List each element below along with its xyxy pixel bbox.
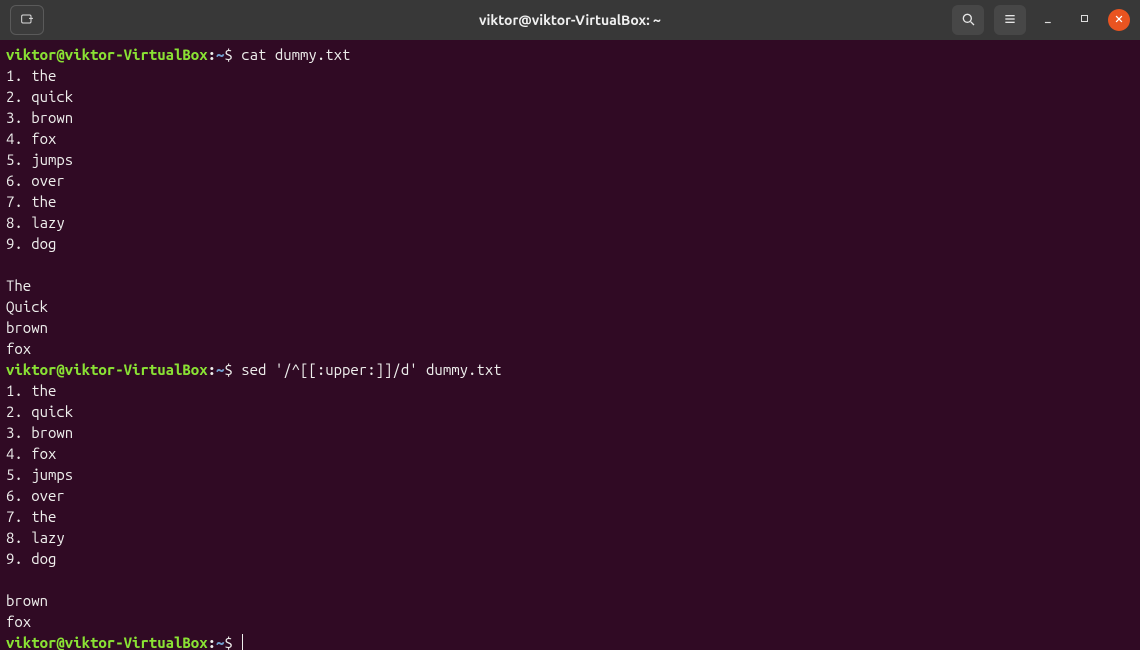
prompt-user-host: viktor@viktor-VirtualBox bbox=[6, 361, 208, 378]
output-line: 8. lazy bbox=[6, 212, 1132, 233]
terminal-viewport[interactable]: viktor@viktor-VirtualBox:~$ cat dummy.tx… bbox=[0, 40, 1140, 650]
output-line: brown bbox=[6, 590, 1132, 611]
output-line: fox bbox=[6, 338, 1132, 359]
output-line: 3. brown bbox=[6, 107, 1132, 128]
maximize-icon bbox=[1079, 12, 1091, 28]
output-line: 7. the bbox=[6, 191, 1132, 212]
minimize-button[interactable] bbox=[1036, 7, 1062, 33]
output-line: 4. fox bbox=[6, 128, 1132, 149]
output-line: Quick bbox=[6, 296, 1132, 317]
output-line: 1. the bbox=[6, 380, 1132, 401]
output-line: 1. the bbox=[6, 65, 1132, 86]
output-line: 7. the bbox=[6, 506, 1132, 527]
output-line: 6. over bbox=[6, 170, 1132, 191]
output-line: 5. jumps bbox=[6, 464, 1132, 485]
command-text: sed '/^[[:upper:]]/d' dummy.txt bbox=[241, 361, 501, 378]
new-tab-icon bbox=[19, 11, 35, 30]
menu-button[interactable] bbox=[994, 5, 1026, 35]
maximize-button[interactable] bbox=[1072, 7, 1098, 33]
cursor bbox=[242, 634, 243, 650]
command-line: viktor@viktor-VirtualBox:~$ sed '/^[[:up… bbox=[6, 359, 1132, 380]
titlebar-right bbox=[952, 5, 1130, 35]
command-text: cat dummy.txt bbox=[241, 46, 350, 63]
output-line: 2. quick bbox=[6, 401, 1132, 422]
output-line: 4. fox bbox=[6, 443, 1132, 464]
command-line: viktor@viktor-VirtualBox:~$ bbox=[6, 632, 1132, 650]
output-line: 8. lazy bbox=[6, 527, 1132, 548]
terminal-window: viktor@viktor-VirtualBox: ~ bbox=[0, 0, 1140, 650]
prompt-symbol: $ bbox=[224, 361, 241, 378]
prompt-symbol: $ bbox=[224, 46, 241, 63]
prompt-user-host: viktor@viktor-VirtualBox bbox=[6, 46, 208, 63]
command-line: viktor@viktor-VirtualBox:~$ cat dummy.tx… bbox=[6, 44, 1132, 65]
titlebar-left bbox=[10, 5, 44, 35]
output-line: 5. jumps bbox=[6, 149, 1132, 170]
output-line: 9. dog bbox=[6, 548, 1132, 569]
output-line: 3. brown bbox=[6, 422, 1132, 443]
output-line bbox=[6, 569, 1132, 590]
output-line: 9. dog bbox=[6, 233, 1132, 254]
output-line: 6. over bbox=[6, 485, 1132, 506]
search-button[interactable] bbox=[952, 5, 984, 35]
output-line: fox bbox=[6, 611, 1132, 632]
output-line: The bbox=[6, 275, 1132, 296]
prompt-separator: : bbox=[208, 46, 216, 63]
close-button[interactable] bbox=[1108, 9, 1130, 31]
hamburger-icon bbox=[1002, 11, 1018, 30]
minimize-icon bbox=[1042, 12, 1056, 29]
prompt-separator: : bbox=[208, 361, 216, 378]
output-line bbox=[6, 254, 1132, 275]
prompt-symbol: $ bbox=[224, 634, 241, 650]
output-line: brown bbox=[6, 317, 1132, 338]
prompt-separator: : bbox=[208, 634, 216, 650]
close-icon bbox=[1114, 14, 1124, 27]
output-line: 2. quick bbox=[6, 86, 1132, 107]
search-icon bbox=[960, 11, 976, 30]
titlebar: viktor@viktor-VirtualBox: ~ bbox=[0, 0, 1140, 40]
prompt-user-host: viktor@viktor-VirtualBox bbox=[6, 634, 208, 650]
new-tab-button[interactable] bbox=[10, 5, 44, 35]
